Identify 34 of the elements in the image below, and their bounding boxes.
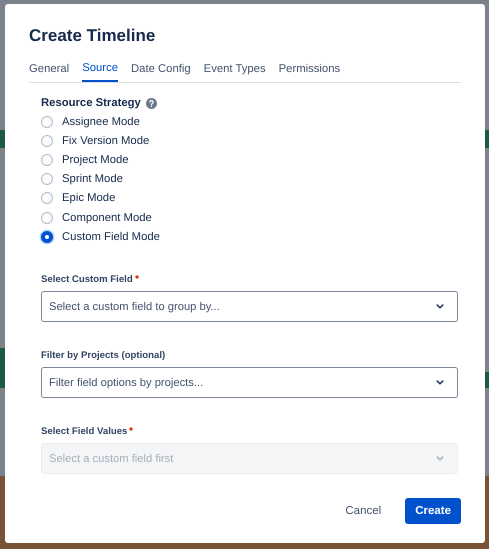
dropdown-field[interactable]: Filter field options by projects... (41, 367, 458, 398)
dialog-title: Create Timeline (29, 25, 156, 47)
tab[interactable]: General (29, 60, 70, 82)
field-label: Select Custom Field (41, 274, 133, 286)
create-button[interactable]: Create (405, 498, 461, 524)
radio-button[interactable] (41, 192, 53, 204)
help-icon[interactable] (146, 98, 157, 108)
required-icon (129, 427, 134, 432)
radio-label[interactable]: Assignee Mode (62, 116, 140, 128)
radio-button[interactable] (41, 173, 53, 186)
tab[interactable]: Event Types (204, 60, 266, 82)
radio-button[interactable] (41, 134, 53, 147)
radio-label[interactable]: Fix Version Mode (62, 134, 150, 147)
radio-label[interactable]: Component Mode (62, 212, 152, 224)
radio-button[interactable] (41, 230, 53, 243)
required-icon (134, 275, 139, 280)
cancel-button[interactable]: Cancel (335, 498, 392, 524)
chevron-down-icon (436, 380, 444, 386)
radio-label[interactable]: Sprint Mode (62, 173, 123, 186)
tab[interactable]: Source (82, 60, 118, 82)
dropdown-field[interactable]: Select a custom field to group by... (41, 291, 458, 322)
section-label: Resource Strategy (41, 97, 141, 109)
field-label: Filter by Projects (optional) (41, 350, 166, 362)
chevron-down-icon (436, 304, 444, 310)
radio-label[interactable]: Custom Field Mode (62, 230, 160, 243)
tab[interactable]: Permissions (278, 60, 340, 82)
radio-button[interactable] (41, 116, 53, 128)
radio-button[interactable] (41, 154, 53, 166)
chevron-down-icon (436, 456, 444, 462)
radio-label[interactable]: Epic Mode (62, 192, 116, 204)
field-label: Select Field Values (41, 426, 128, 438)
radio-label[interactable]: Project Mode (62, 154, 129, 166)
radio-button[interactable] (41, 212, 53, 224)
tab[interactable]: Date Config (131, 60, 191, 82)
